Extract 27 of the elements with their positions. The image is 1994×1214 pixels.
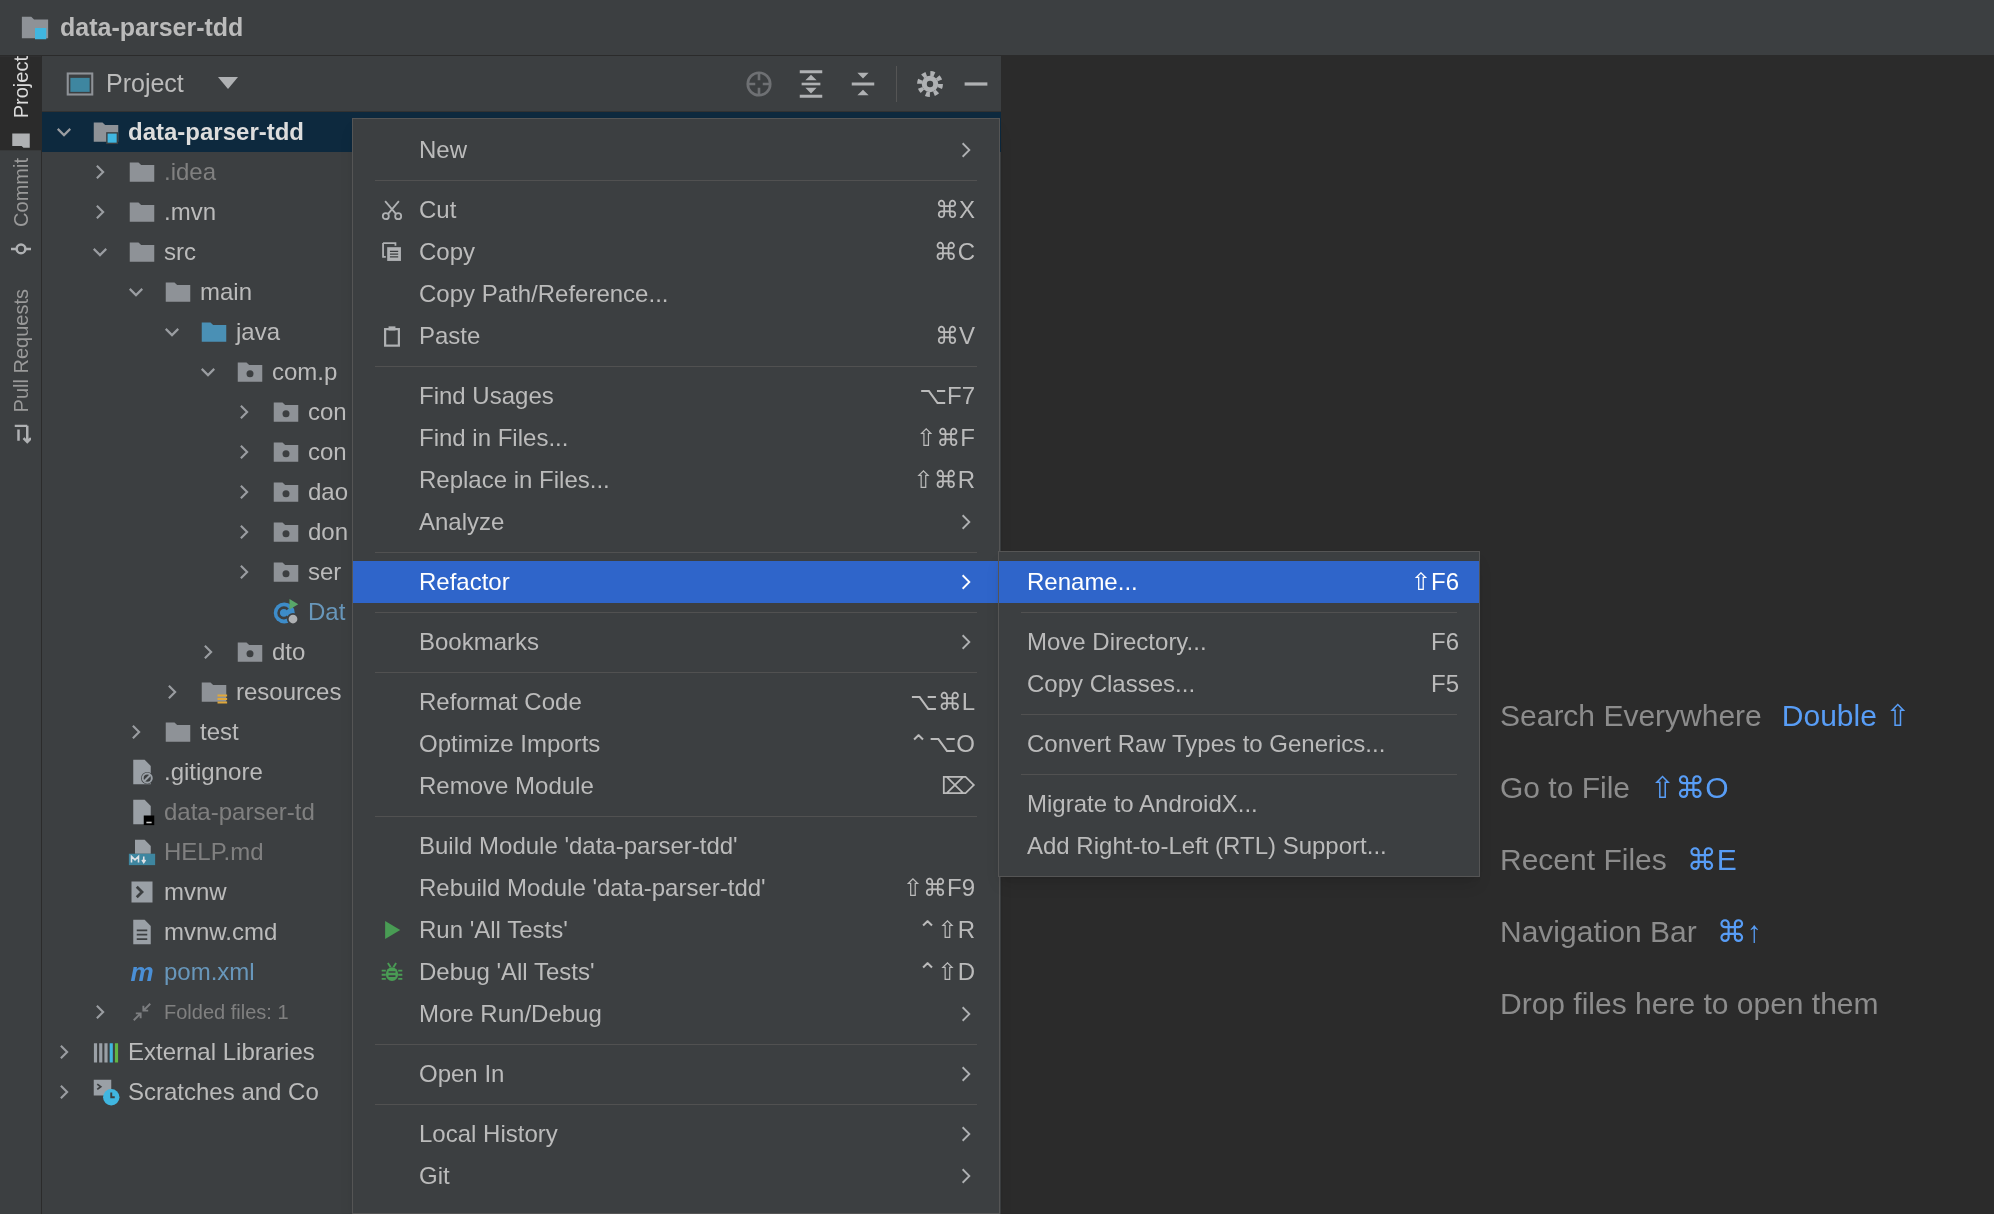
shortcut-label: ⇧⌘R (913, 465, 975, 495)
shortcut-label: ⇧⌘F9 (902, 873, 975, 903)
shortcut-label: ⌃⌥O (908, 729, 975, 759)
shortcut-label: ⌥⌘L (910, 687, 975, 717)
shortcut-label: ⌃⇧R (917, 915, 975, 945)
view-label: Project (106, 67, 184, 99)
shortcut-label: ⌦ (941, 771, 975, 801)
hint-label: Drop files here to open them (1500, 985, 1879, 1022)
shortcut-label: ⌘C (933, 237, 975, 267)
hint-shortcut: ⌘E (1686, 841, 1737, 878)
hint-shortcut: ⇧⌘O (1650, 769, 1729, 806)
hint-shortcut: ⌘↑ (1716, 913, 1762, 950)
hint-label: Search Everywhere (1500, 697, 1762, 734)
hint-label: Navigation Bar (1500, 913, 1697, 950)
hint-label: Recent Files (1500, 841, 1667, 878)
hint-label: Go to File (1500, 769, 1631, 806)
shortcut-label: ⌃⇧D (917, 957, 975, 987)
window-title: data-parser-tdd (60, 11, 244, 43)
file-type-mark: m (130, 959, 154, 985)
shortcut-label: ⌥F7 (919, 381, 975, 411)
shortcut-label: F6 (1431, 627, 1459, 657)
shortcut-label: ⌘X (935, 195, 975, 225)
shortcut-label: F5 (1431, 669, 1459, 699)
shortcut-label: ⇧⌘F (916, 423, 975, 453)
shortcut-label: ⌘V (935, 321, 975, 351)
shortcut-label: ⇧F6 (1410, 567, 1459, 597)
hint-shortcut: Double ⇧ (1781, 697, 1911, 734)
